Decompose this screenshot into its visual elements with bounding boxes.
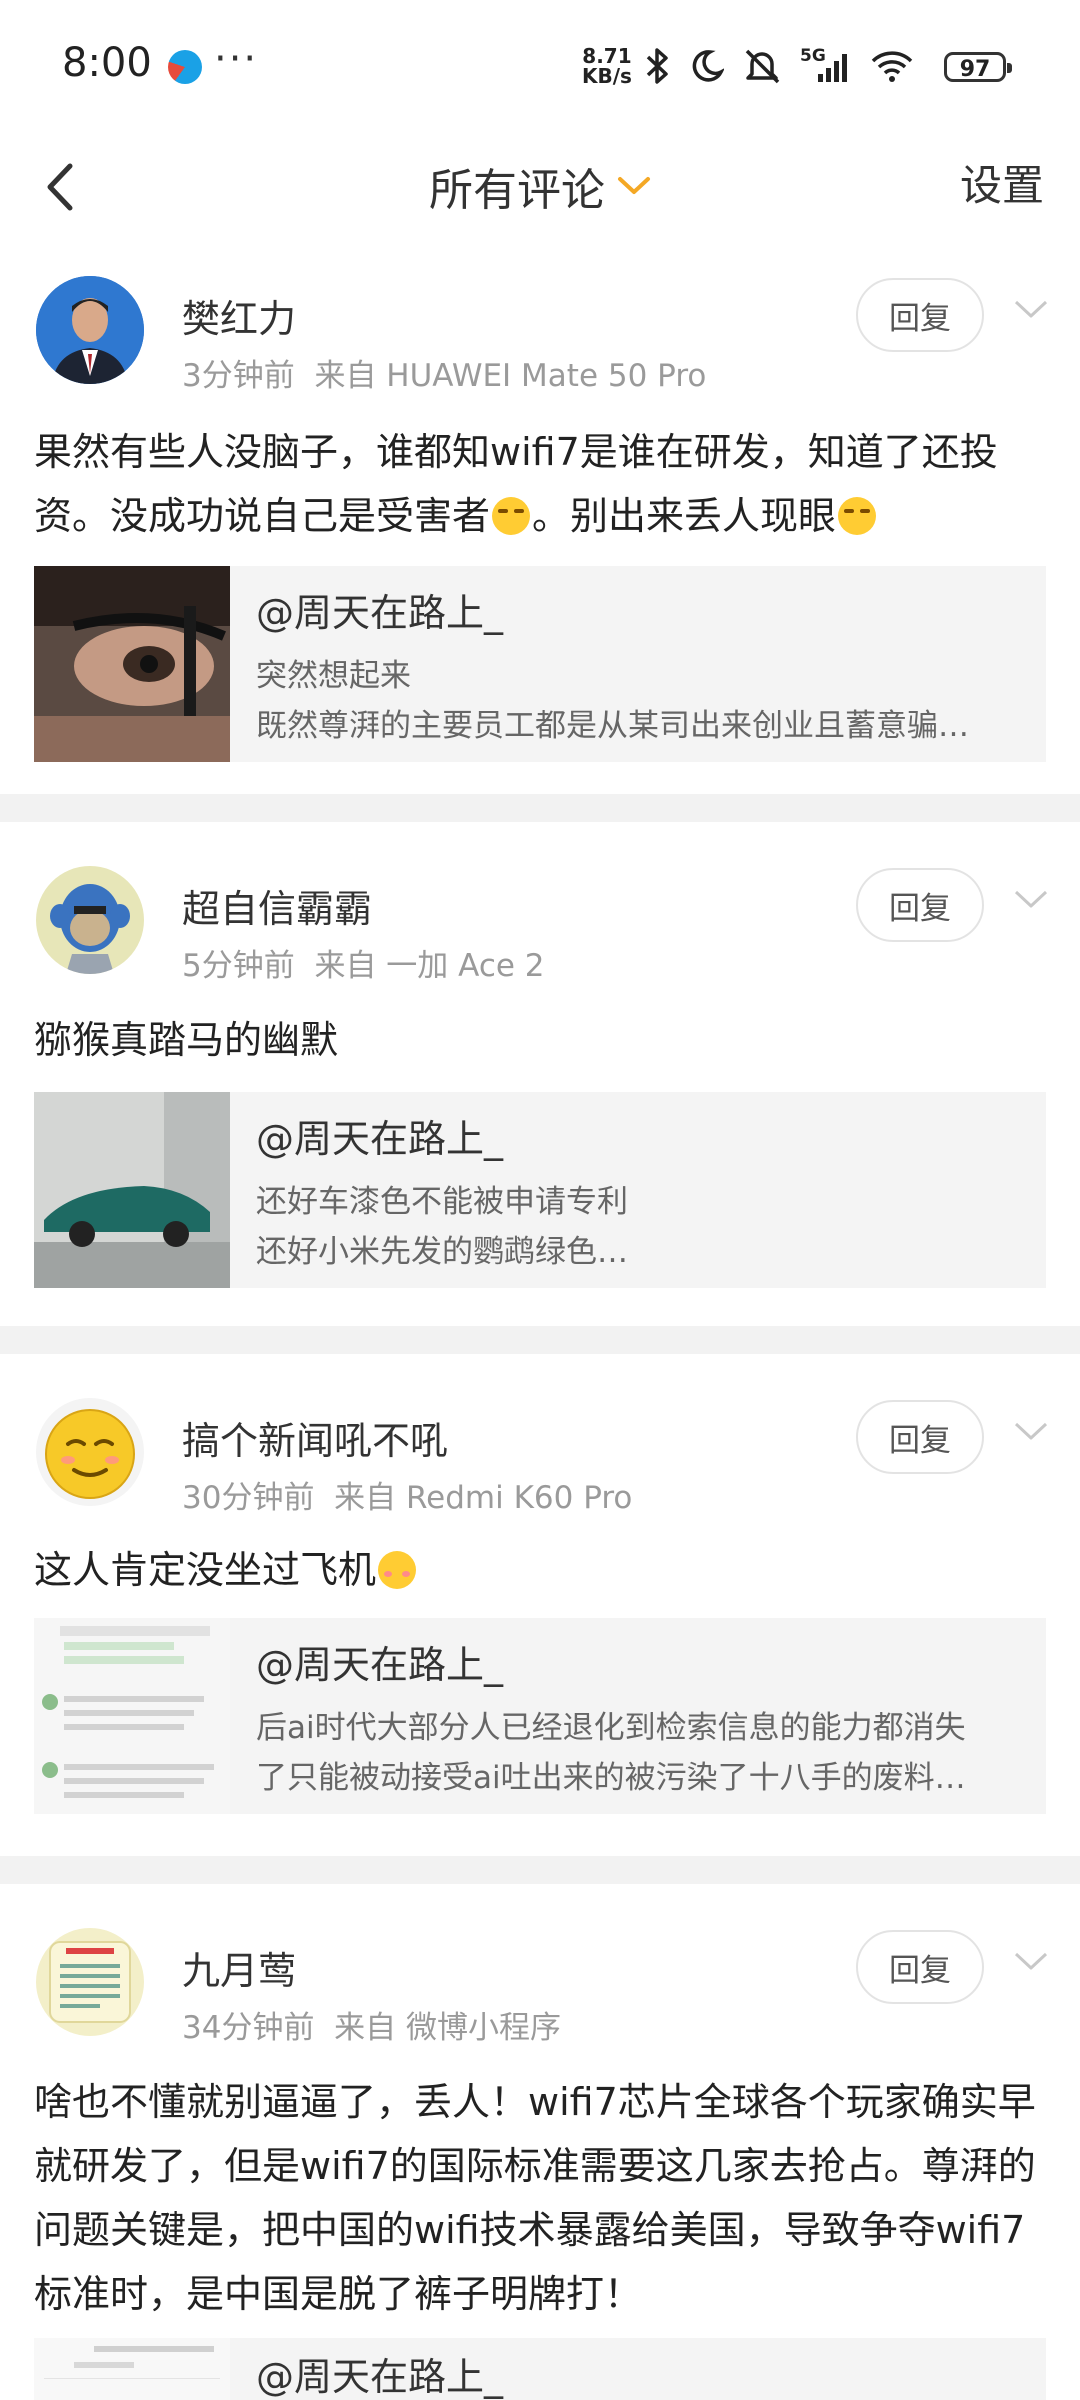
- shy-face-emoji-icon: [378, 1551, 417, 1589]
- comment-text: 这人肯定没坐过飞机: [34, 1538, 1054, 1602]
- reply-button[interactable]: 回复: [856, 1400, 984, 1474]
- bluetooth-icon: [646, 48, 668, 84]
- settings-button[interactable]: 设置: [960, 140, 1044, 232]
- quoted-post-author: @周天在路上_: [256, 1117, 504, 1161]
- comment-meta: 3分钟前 来自 HUAWEI Mate 50 Pro: [182, 350, 706, 395]
- section-divider: [0, 794, 1080, 822]
- quoted-post-author: @周天在路上_: [256, 591, 504, 635]
- wifi-icon: [871, 51, 913, 82]
- more-options-chevron-icon[interactable]: [1013, 1420, 1049, 1442]
- comment-text: 果然有些人没脑子，谁都知wifi7是谁在研发，知道了还投资。没成功说自己是受害者…: [34, 420, 1054, 548]
- status-bar: 8:00 ··· 8.71 KB/s 5G 97: [0, 0, 1080, 140]
- quoted-post-thumbnail: [34, 1618, 230, 1814]
- username[interactable]: 樊红力: [182, 288, 296, 343]
- reply-button[interactable]: 回复: [856, 868, 984, 942]
- quoted-post-line: 后ai时代大部分人已经退化到检索信息的能力都消失: [256, 1710, 966, 1746]
- comment-time: 3分钟前: [182, 358, 295, 394]
- more-options-chevron-icon[interactable]: [1013, 888, 1049, 910]
- comment-text-part: 。别出来丢人现眼: [532, 494, 837, 538]
- section-divider: [0, 1856, 1080, 1884]
- comment-text: 啥也不懂就别逼逼了，丢人！wifi7芯片全球各个玩家确实早就研发了，但是wifi…: [34, 2080, 1036, 2316]
- section-divider: [0, 1326, 1080, 1354]
- quoted-post-thumbnail: [34, 1092, 230, 1288]
- back-arrow-icon[interactable]: [36, 152, 96, 222]
- comment-source: 来自 HUAWEI Mate 50 Pro: [314, 358, 707, 394]
- quoted-post-author: @周天在路上_: [256, 1643, 504, 1687]
- username[interactable]: 九月莺: [182, 1940, 296, 1995]
- comment-source: 来自 一加 Ace 2: [314, 948, 545, 984]
- chevron-down-icon: [618, 177, 650, 194]
- status-icons: 5G: [644, 44, 914, 88]
- comment-source: 来自 微博小程序: [334, 2010, 562, 2046]
- network-speed-value: 8.71: [582, 44, 632, 68]
- quoted-post-thumbnail: [34, 2338, 230, 2400]
- quoted-post-author: @周天在路上_: [256, 2355, 504, 2399]
- avatar[interactable]: [36, 1928, 144, 2036]
- comment-meta: 30分钟前 来自 Redmi K60 Pro: [182, 1472, 632, 1517]
- more-options-chevron-icon[interactable]: [1013, 298, 1049, 320]
- comment-item: 搞个新闻吼不吼 30分钟前 来自 Redmi K60 Pro 回复 这人肯定没坐…: [0, 1354, 1080, 1856]
- crying-laughing-emoji-icon: [492, 497, 531, 535]
- network-speed: 8.71 KB/s: [582, 46, 632, 86]
- quoted-post-line: 还好小米先发的鹦鹉绿色…: [256, 1234, 628, 1270]
- quoted-post-line: 突然想起来: [256, 658, 411, 694]
- status-time: 8:00: [62, 40, 152, 86]
- reply-button[interactable]: 回复: [856, 278, 984, 352]
- comment-time: 30分钟前: [182, 1480, 315, 1516]
- comment-text: 猕猴真踏马的幽默: [34, 1018, 339, 1062]
- quoted-post-card[interactable]: @周天在路上_ 还好车漆色不能被申请专利 还好小米先发的鹦鹉绿色…: [34, 1092, 1046, 1288]
- comment-time: 5分钟前: [182, 948, 295, 984]
- quoted-post-card[interactable]: @周天在路上_: [34, 2338, 1046, 2400]
- avatar[interactable]: [36, 1398, 144, 1506]
- comment-time: 34分钟前: [182, 2010, 315, 2046]
- signal-strength-icon: 5G: [800, 46, 852, 86]
- avatar[interactable]: [36, 276, 144, 384]
- comment-item: 超自信霸霸 5分钟前 来自 一加 Ace 2 回复 猕猴真踏马的幽默 @周天在路…: [0, 822, 1080, 1326]
- quoted-post-card[interactable]: @周天在路上_ 突然想起来 既然尊湃的主要员工都是从某司出来创业且蓄意骗…: [34, 566, 1046, 762]
- more-options-chevron-icon[interactable]: [1013, 1950, 1049, 1972]
- do-not-disturb-moon-icon: [692, 50, 724, 82]
- network-speed-unit: KB/s: [582, 64, 632, 88]
- more-notifications-icon: ···: [214, 36, 259, 82]
- page-title: 所有评论: [429, 165, 605, 216]
- comment-item: 九月莺 34分钟前 来自 微博小程序 回复 啥也不懂就别逼逼了，丢人！wifi7…: [0, 1884, 1080, 2400]
- quoted-post-line: 还好车漆色不能被申请专利: [256, 1184, 628, 1220]
- battery-indicator: 97: [944, 52, 1012, 82]
- comments-header: 所有评论 设置: [0, 140, 1080, 233]
- avatar[interactable]: [36, 866, 144, 974]
- quoted-post-thumbnail: [34, 566, 230, 762]
- quoted-post-line: 了只能被动接受ai吐出来的被污染了十八手的废料…: [256, 1760, 966, 1796]
- comment-text-part: 这人肯定没坐过飞机: [34, 1548, 377, 1592]
- silent-bell-icon: [745, 49, 780, 84]
- crying-laughing-emoji-icon: [838, 497, 877, 535]
- quoted-post-line: 既然尊湃的主要员工都是从某司出来创业且蓄意骗…: [256, 708, 969, 744]
- comment-filter-dropdown[interactable]: 所有评论: [0, 140, 1080, 232]
- comment-meta: 5分钟前 来自 一加 Ace 2: [182, 940, 545, 985]
- quoted-post-card[interactable]: @周天在路上_ 后ai时代大部分人已经退化到检索信息的能力都消失 了只能被动接受…: [34, 1618, 1046, 1814]
- reply-button[interactable]: 回复: [856, 1930, 984, 2004]
- username[interactable]: 超自信霸霸: [182, 878, 372, 933]
- comment-source: 来自 Redmi K60 Pro: [334, 1480, 633, 1516]
- username[interactable]: 搞个新闻吼不吼: [182, 1410, 448, 1465]
- comment-meta: 34分钟前 来自 微博小程序: [182, 2002, 561, 2047]
- weibo-notification-icon: [168, 50, 202, 84]
- comment-item: 樊红力 3分钟前 来自 HUAWEI Mate 50 Pro 回复 果然有些人没…: [0, 232, 1080, 794]
